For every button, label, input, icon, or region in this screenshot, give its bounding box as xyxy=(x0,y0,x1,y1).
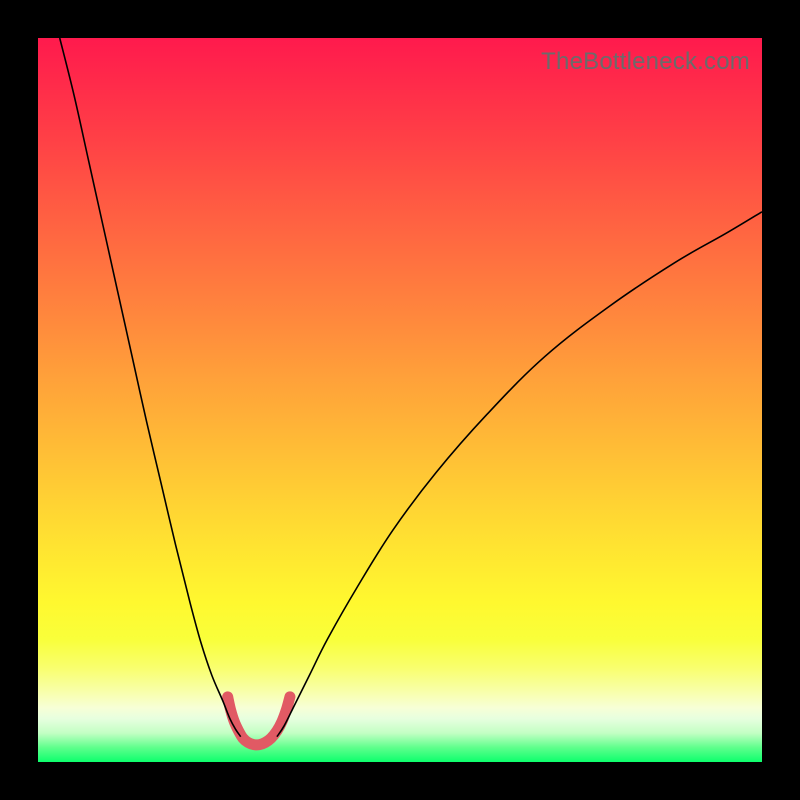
series-valley-highlight xyxy=(228,697,290,745)
chart-frame: TheBottleneck.com xyxy=(0,0,800,800)
plot-area: TheBottleneck.com xyxy=(38,38,762,762)
curves-svg xyxy=(38,38,762,762)
series-left-branch xyxy=(60,38,241,737)
watermark-label: TheBottleneck.com xyxy=(541,48,750,76)
series-right-branch xyxy=(277,212,762,737)
